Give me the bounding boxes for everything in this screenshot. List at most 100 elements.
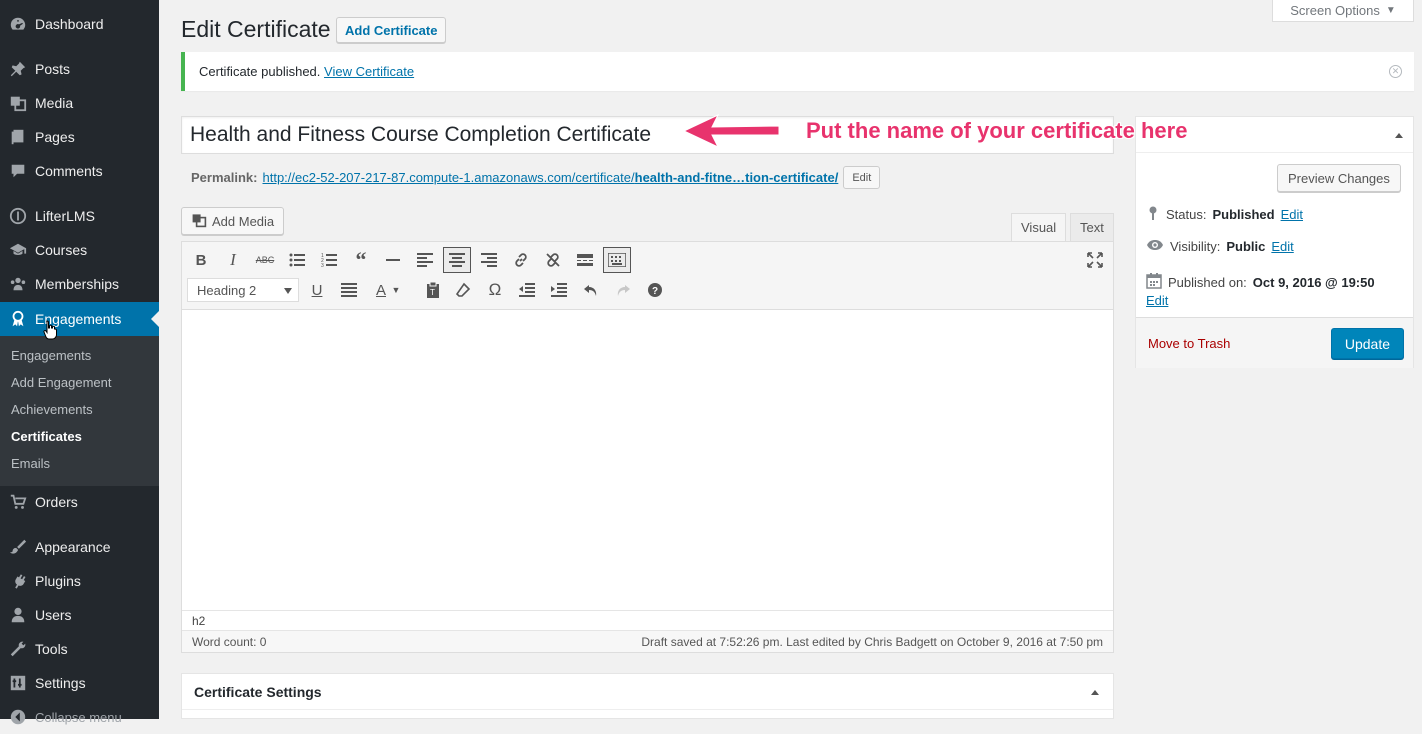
edit-visibility-link[interactable]: Edit <box>1271 239 1293 254</box>
menu-item-users[interactable]: Users <box>0 598 159 632</box>
toolbar-toggle-icon[interactable] <box>603 247 631 273</box>
lifterlms-icon <box>8 206 28 226</box>
view-certificate-link[interactable]: View Certificate <box>324 64 414 79</box>
menu-item-lifterlms[interactable]: LifterLMS <box>0 199 159 233</box>
menu-label: Plugins <box>35 573 81 589</box>
add-certificate-button[interactable]: Add Certificate <box>336 17 447 43</box>
caret-down-icon[interactable]: ▼ <box>389 277 403 303</box>
dashboard-icon <box>8 14 28 34</box>
admin-sidebar: Dashboard Posts Media Pages Comments Lif… <box>0 0 159 725</box>
italic-icon[interactable]: I <box>219 247 247 273</box>
collapse-icon <box>8 707 28 727</box>
underline-icon[interactable]: U <box>303 277 331 303</box>
preview-changes-button[interactable]: Preview Changes <box>1277 164 1401 192</box>
dismiss-icon[interactable]: ✕ <box>1389 65 1402 78</box>
help-icon[interactable]: ? <box>641 277 669 303</box>
redo-icon[interactable] <box>609 277 637 303</box>
divider <box>182 709 1113 710</box>
pin-icon <box>1146 205 1160 224</box>
bullet-list-icon[interactable] <box>283 247 311 273</box>
menu-item-pages[interactable]: Pages <box>0 120 159 154</box>
menu-item-courses[interactable]: Courses <box>0 233 159 267</box>
submenu-add-engagement[interactable]: Add Engagement <box>11 375 111 390</box>
memberships-icon <box>8 274 28 294</box>
add-media-label: Add Media <box>212 213 275 229</box>
published-notice: Certificate published. View Certificate … <box>181 52 1414 91</box>
brush-icon <box>8 537 28 557</box>
collapse-toggle-icon[interactable] <box>1395 133 1403 138</box>
clear-formatting-icon[interactable] <box>449 277 477 303</box>
menu-item-tools[interactable]: Tools <box>0 632 159 666</box>
remove-link-icon[interactable] <box>539 247 567 273</box>
engagements-icon <box>8 309 28 329</box>
submenu-engagements[interactable]: Engagements <box>11 348 91 363</box>
format-select-value: Heading 2 <box>197 282 257 298</box>
tab-visual[interactable]: Visual <box>1011 213 1067 241</box>
align-right-icon[interactable] <box>475 247 503 273</box>
menu-item-engagements[interactable]: Engagements <box>0 302 159 336</box>
submenu-emails[interactable]: Emails <box>11 456 50 471</box>
menu-item-comments[interactable]: Comments <box>0 154 159 188</box>
outdent-icon[interactable] <box>513 277 541 303</box>
menu-item-dashboard[interactable]: Dashboard <box>0 7 159 41</box>
collapse-toggle-icon[interactable] <box>1091 690 1099 695</box>
update-button[interactable]: Update <box>1330 328 1404 359</box>
move-to-trash-link[interactable]: Move to Trash <box>1148 336 1230 351</box>
certificate-settings-title[interactable]: Certificate Settings <box>194 684 322 700</box>
menu-item-orders[interactable]: Orders <box>0 485 159 519</box>
menu-item-memberships[interactable]: Memberships <box>0 267 159 301</box>
submenu-certificates[interactable]: Certificates <box>11 429 82 444</box>
special-character-icon[interactable]: Ω <box>481 277 509 303</box>
publish-actions: Move to Trash Update <box>1136 317 1413 368</box>
submenu-achievements[interactable]: Achievements <box>11 402 93 417</box>
pages-icon <box>8 127 28 147</box>
permalink-label: Permalink: <box>191 170 258 185</box>
fullscreen-icon[interactable] <box>1081 247 1109 273</box>
calendar-icon <box>1146 273 1162 292</box>
edit-status-link[interactable]: Edit <box>1281 207 1303 222</box>
read-more-icon[interactable] <box>571 247 599 273</box>
align-center-icon[interactable] <box>443 247 471 273</box>
menu-label: Media <box>35 95 74 111</box>
editor-box: B I ABC 123 “ Heading 2 U A ▼ T Ω ? h2 W <box>181 241 1114 653</box>
align-left-icon[interactable] <box>411 247 439 273</box>
collapse-menu[interactable]: Collapse menu <box>0 700 159 734</box>
screen-options-button[interactable]: Screen Options ▼ <box>1272 0 1414 22</box>
eye-icon <box>1146 239 1164 254</box>
indent-icon[interactable] <box>545 277 573 303</box>
publish-status-row: Status: Published Edit <box>1146 205 1303 224</box>
menu-item-plugins[interactable]: Plugins <box>0 564 159 598</box>
menu-label: Users <box>35 607 72 623</box>
horizontal-line-icon[interactable] <box>379 247 407 273</box>
media-icon <box>8 93 28 113</box>
justify-icon[interactable] <box>335 277 363 303</box>
strikethrough-icon[interactable]: ABC <box>251 247 279 273</box>
menu-item-media[interactable]: Media <box>0 86 159 120</box>
permalink-link[interactable]: http://ec2-52-207-217-87.compute-1.amazo… <box>262 170 838 185</box>
paste-as-text-icon[interactable]: T <box>419 277 447 303</box>
menu-label: Settings <box>35 675 86 691</box>
page-title: Edit Certificate <box>181 16 331 42</box>
plug-icon <box>8 571 28 591</box>
numbered-list-icon[interactable]: 123 <box>315 247 343 273</box>
hand-cursor-icon <box>43 320 57 340</box>
menu-label: Collapse menu <box>35 709 122 725</box>
tab-text[interactable]: Text <box>1070 213 1114 241</box>
svg-text:?: ? <box>652 286 658 297</box>
undo-icon[interactable] <box>577 277 605 303</box>
editor-path: h2 <box>182 610 1113 630</box>
annotation-arrow-icon <box>682 113 780 149</box>
menu-item-posts[interactable]: Posts <box>0 52 159 86</box>
add-media-button[interactable]: Add Media <box>181 207 285 235</box>
edit-date-link[interactable]: Edit <box>1146 293 1168 308</box>
blockquote-icon[interactable]: “ <box>347 247 375 273</box>
permalink-edit-button[interactable]: Edit <box>843 166 881 189</box>
menu-item-settings[interactable]: Settings <box>0 666 159 700</box>
menu-item-appearance[interactable]: Appearance <box>0 530 159 564</box>
menu-label: Comments <box>35 163 103 179</box>
settings-icon <box>8 673 28 693</box>
format-select[interactable]: Heading 2 <box>187 278 299 302</box>
bold-icon[interactable]: B <box>187 247 215 273</box>
wrench-icon <box>8 639 28 659</box>
insert-link-icon[interactable] <box>507 247 535 273</box>
